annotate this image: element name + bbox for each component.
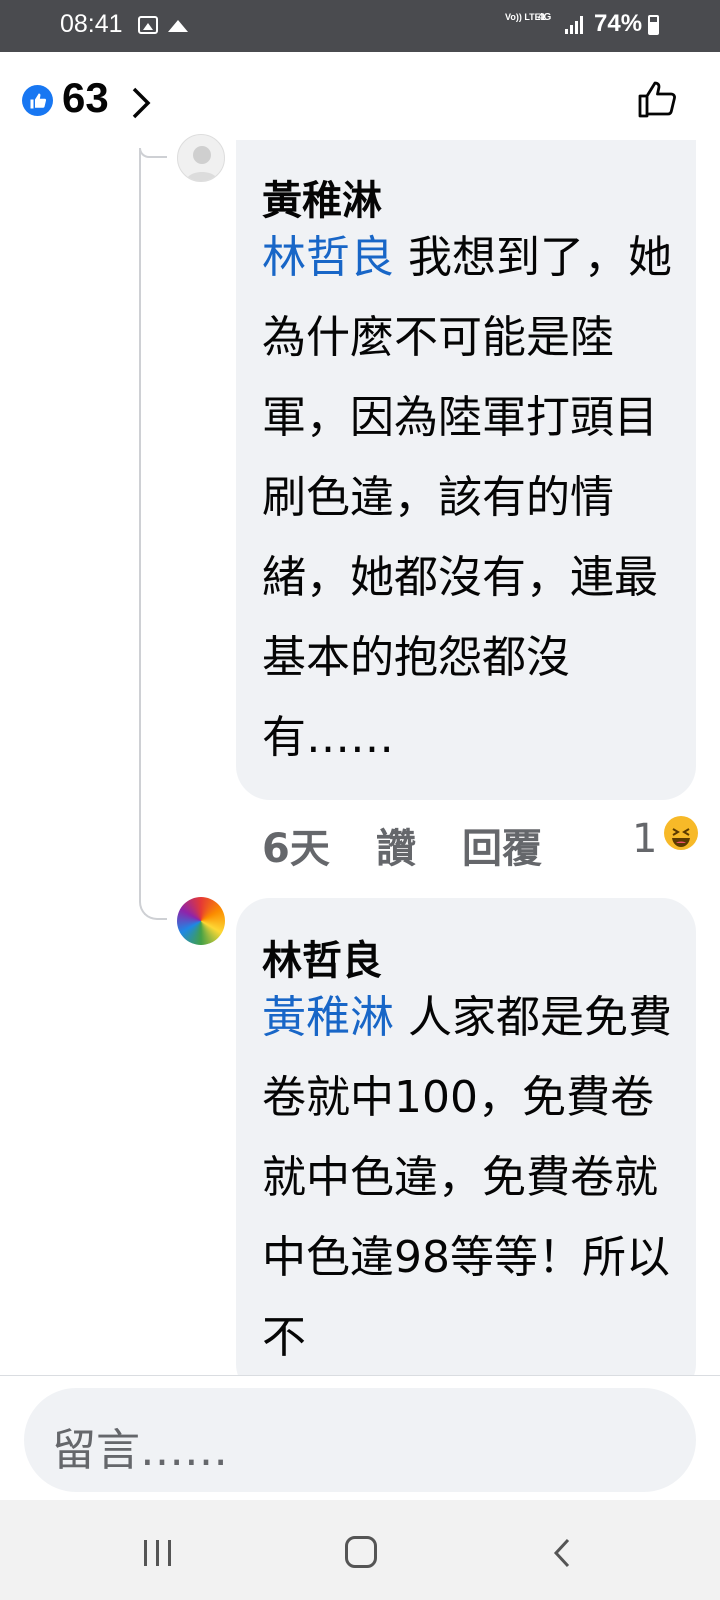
avatar[interactable] bbox=[177, 897, 225, 945]
reaction-count[interactable]: 63 bbox=[62, 74, 109, 122]
laughing-emoji-icon[interactable] bbox=[664, 816, 698, 850]
reply-link[interactable]: 回覆 bbox=[462, 816, 542, 874]
battery-percent: 74% bbox=[594, 10, 643, 37]
mention-link[interactable]: 林哲良 bbox=[262, 232, 394, 283]
gallery-notification-icon bbox=[138, 16, 158, 34]
comment-input[interactable]: 留言…… bbox=[24, 1388, 696, 1492]
status-bar: 08:41 Vo)) LTE1 4G 74% bbox=[0, 0, 720, 52]
back-icon[interactable] bbox=[550, 1536, 574, 1570]
image-notification-icon bbox=[168, 20, 188, 32]
system-navigation-bar bbox=[0, 1500, 720, 1600]
avatar[interactable] bbox=[177, 134, 225, 182]
battery-icon bbox=[648, 15, 659, 35]
comment-bubble[interactable]: 黃稚淋 林哲良 我想到了，她為什麼不可能是陸軍，因為陸軍打頭目刷色違，該有的情緒… bbox=[236, 140, 696, 800]
status-time: 08:41 bbox=[60, 10, 123, 38]
like-link[interactable]: 讚 bbox=[376, 816, 416, 874]
comment-timestamp[interactable]: 6天 bbox=[262, 816, 330, 874]
recents-icon[interactable] bbox=[144, 1540, 174, 1566]
comment-bubble[interactable]: 林哲良 黃稚淋 人家都是免費卷就中100，免費卷就中色違，免費卷就中色違98等等… bbox=[236, 898, 696, 1398]
signal-icon bbox=[565, 16, 583, 34]
like-reaction-icon bbox=[22, 85, 53, 116]
comment-input-placeholder: 留言…… bbox=[52, 1425, 228, 1476]
comment-actions: 6天 讚 回覆 1 bbox=[262, 816, 702, 872]
comment-text: 林哲良 我想到了，她為什麼不可能是陸軍，因為陸軍打頭目刷色違，該有的情緒，她都沒… bbox=[262, 218, 678, 778]
comment-body: 人家都是免費卷就中100，免費卷就中色違，免費卷就中色違98等等！所以不 bbox=[262, 992, 672, 1363]
like-button-icon[interactable] bbox=[636, 78, 678, 120]
reactions-header: 63 bbox=[0, 52, 720, 148]
chevron-right-icon[interactable] bbox=[130, 86, 152, 120]
comment-body: 我想到了，她為什麼不可能是陸軍，因為陸軍打頭目刷色違，該有的情緒，她都沒有，連最… bbox=[262, 232, 672, 763]
thread-connector bbox=[139, 148, 167, 920]
comment-text: 黃稚淋 人家都是免費卷就中100，免費卷就中色違，免費卷就中色違98等等！所以不 bbox=[262, 978, 678, 1378]
mention-link[interactable]: 黃稚淋 bbox=[262, 992, 394, 1043]
network-type: 4G bbox=[538, 12, 552, 23]
home-icon[interactable] bbox=[345, 1536, 377, 1568]
reaction-count[interactable]: 1 bbox=[632, 816, 657, 862]
comment-composer: 留言…… bbox=[0, 1375, 720, 1500]
